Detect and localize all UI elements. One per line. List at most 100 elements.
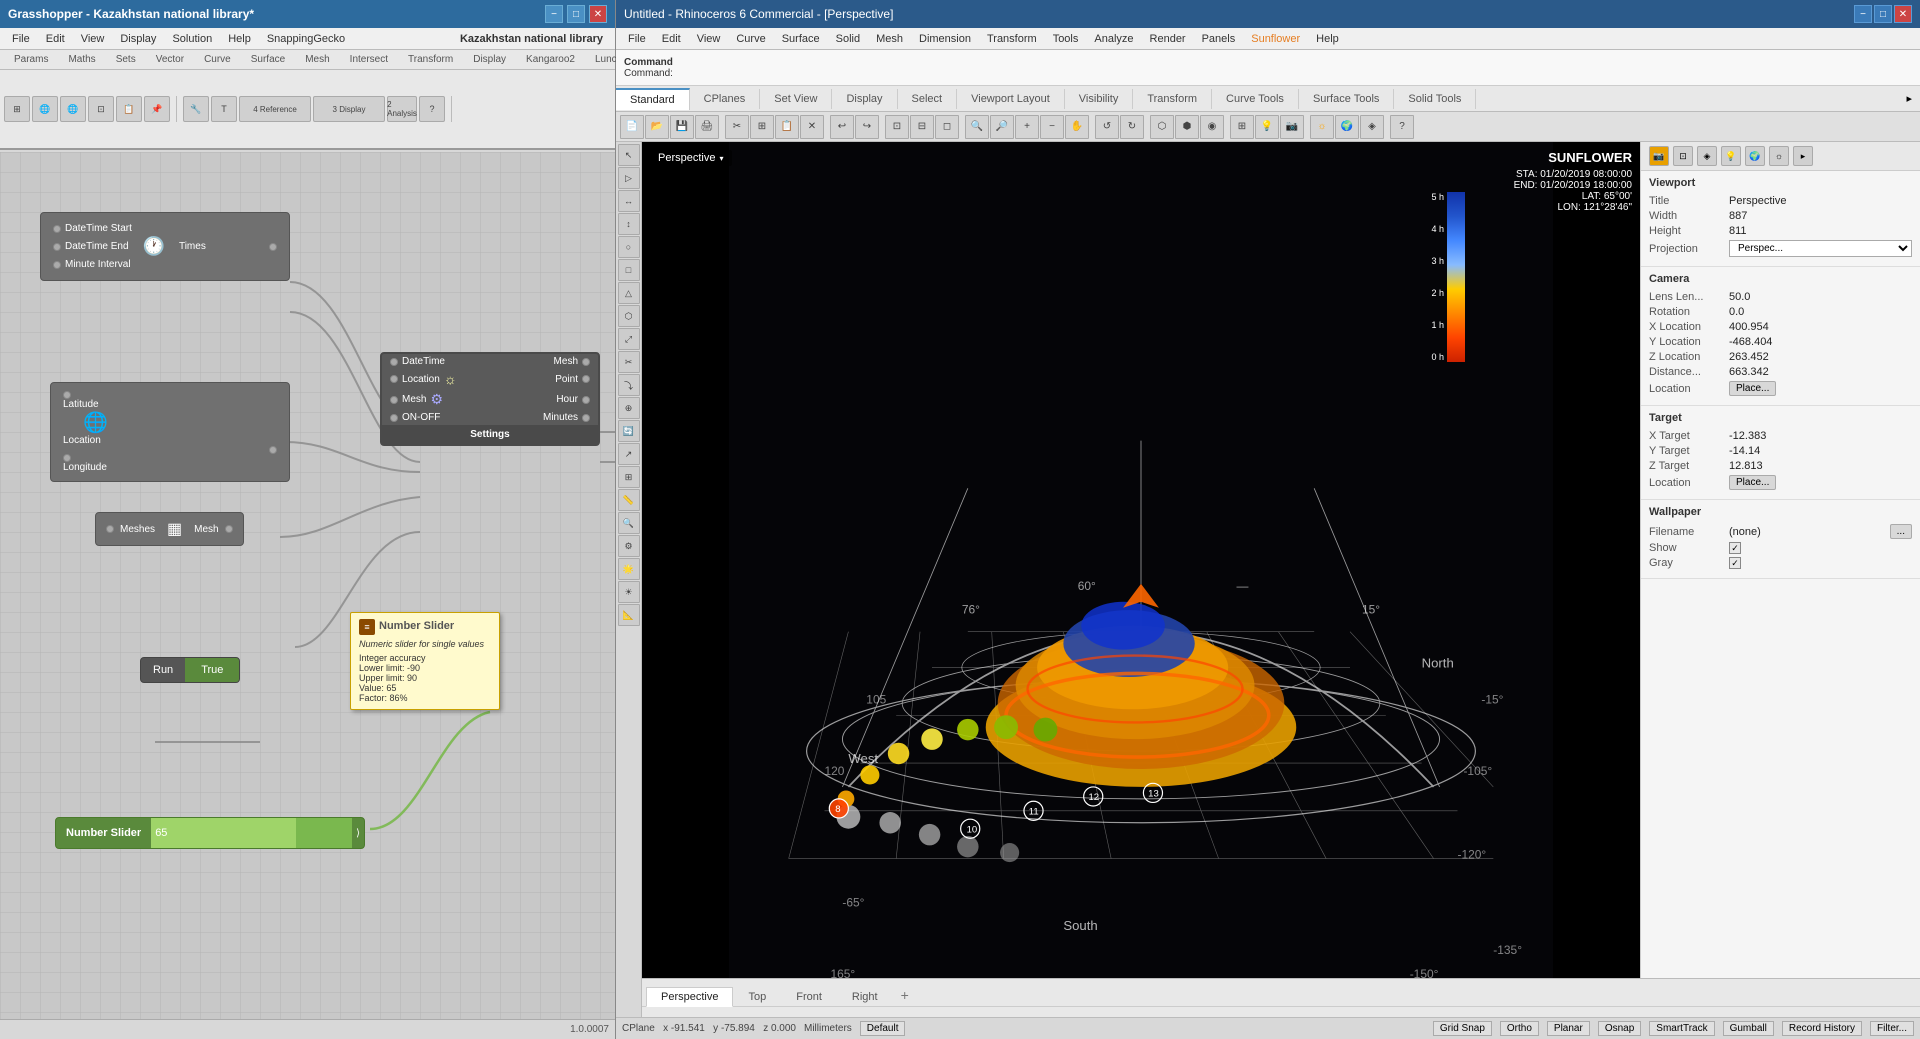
rh-menu-transform[interactable]: Transform	[979, 31, 1045, 47]
rh-stbtn-8[interactable]: ⬡	[618, 305, 640, 327]
rh-stbtn-1[interactable]: ↖	[618, 144, 640, 166]
rh-tbtn-new[interactable]: 📄	[620, 115, 644, 139]
rh-tbtn-zoom-out[interactable]: −	[1040, 115, 1064, 139]
rh-tbtn-grid[interactable]: ⊞	[1230, 115, 1254, 139]
rh-menu-solid[interactable]: Solid	[828, 31, 868, 47]
rh-menu-panels[interactable]: Panels	[1194, 31, 1244, 47]
rh-tbtn-env[interactable]: 🌍	[1335, 115, 1359, 139]
gh-menu-edit[interactable]: Edit	[38, 31, 73, 47]
viewport-label[interactable]: Perspective ▾	[650, 150, 732, 166]
rh-stbtn-13[interactable]: 🔄	[618, 420, 640, 442]
view-tab-front[interactable]: Front	[781, 987, 837, 1006]
rh-stbtn-9[interactable]: ⤢	[618, 328, 640, 350]
gh-tab-display[interactable]: Display	[463, 53, 516, 66]
rh-tbtn-lights[interactable]: 💡	[1255, 115, 1279, 139]
rh-tbtn-render[interactable]: ◉	[1200, 115, 1224, 139]
rh-menu-analyze[interactable]: Analyze	[1086, 31, 1141, 47]
rh-menu-view[interactable]: View	[689, 31, 729, 47]
loc-port-lat-in[interactable]	[63, 391, 71, 399]
rh-stbtn-7[interactable]: △	[618, 282, 640, 304]
rh-tab-visibility[interactable]: Visibility	[1065, 89, 1134, 109]
settings-title[interactable]: Settings	[382, 425, 598, 444]
gh-tbtn-4[interactable]: ⊡	[88, 96, 114, 122]
props-icon-sun[interactable]: ☼	[1769, 146, 1789, 166]
props-icon-light[interactable]: 💡	[1721, 146, 1741, 166]
props-icon-camera[interactable]: 📷	[1649, 146, 1669, 166]
gh-tab-vector[interactable]: Vector	[146, 53, 194, 66]
rh-tab-viewport-layout[interactable]: Viewport Layout	[957, 89, 1065, 109]
gh-tbtn-8[interactable]: T	[211, 96, 237, 122]
settings-port-onoff-in[interactable]	[390, 414, 398, 422]
rh-tab-cplanes[interactable]: CPlanes	[690, 89, 761, 109]
rh-menu-file[interactable]: File	[620, 31, 654, 47]
rh-tbtn-deselect[interactable]: ◻	[935, 115, 959, 139]
props-icon-env[interactable]: 🌍	[1745, 146, 1765, 166]
gh-tbtn-2[interactable]: 🌐	[32, 96, 58, 122]
run-node[interactable]: Run True	[140, 657, 240, 683]
settings-port-minutes-out[interactable]	[582, 414, 590, 422]
gh-menu-solution[interactable]: Solution	[164, 31, 220, 47]
rh-tbtn-zoom-in[interactable]: +	[1015, 115, 1039, 139]
rh-stbtn-4[interactable]: ↕	[618, 213, 640, 235]
gumball-btn[interactable]: Gumball	[1723, 1021, 1774, 1036]
datetime-port-interval-in[interactable]	[53, 261, 61, 269]
gh-tbtn-5[interactable]: 📋	[116, 96, 142, 122]
rh-stbtn-16[interactable]: 📏	[618, 489, 640, 511]
view-tab-top[interactable]: Top	[733, 987, 781, 1006]
gh-tbtn-ref[interactable]: 4 Reference	[239, 96, 311, 122]
rh-stbtn-20[interactable]: ☀	[618, 581, 640, 603]
rh-tbtn-print[interactable]: 🖨	[695, 115, 719, 139]
meshes-port-in[interactable]	[106, 525, 114, 533]
planar-btn[interactable]: Planar	[1547, 1021, 1590, 1036]
props-icon-obj[interactable]: ⊡	[1673, 146, 1693, 166]
rh-tab-more[interactable]: ▸	[1898, 88, 1920, 109]
props-filename-btn[interactable]: ...	[1890, 524, 1912, 539]
rh-stbtn-21[interactable]: 📐	[618, 604, 640, 626]
gh-tab-kangaroo[interactable]: Kangaroo2	[516, 53, 585, 66]
gh-tab-mesh[interactable]: Mesh	[295, 53, 339, 66]
rh-tab-select[interactable]: Select	[898, 89, 958, 109]
loc-port-out[interactable]	[269, 446, 277, 454]
rh-stbtn-12[interactable]: ⊕	[618, 397, 640, 419]
gh-close[interactable]: ✕	[589, 5, 607, 23]
gh-canvas[interactable]: DateTime Start DateTime End 🕐 Times Minu…	[0, 152, 615, 1019]
rh-stbtn-17[interactable]: 🔍	[618, 512, 640, 534]
rh-tbtn-zoom-sel[interactable]: 🔎	[990, 115, 1014, 139]
slider-arrow[interactable]: ⟩	[352, 822, 364, 845]
settings-port-mesh-in[interactable]	[390, 396, 398, 404]
gh-tbtn-help[interactable]: ?	[419, 96, 445, 122]
rh-tbtn-pan[interactable]: ✋	[1065, 115, 1089, 139]
rh-stbtn-15[interactable]: ⊞	[618, 466, 640, 488]
rh-tbtn-select-all[interactable]: ⊡	[885, 115, 909, 139]
rh-tbtn-shade[interactable]: ⬢	[1175, 115, 1199, 139]
filter-btn[interactable]: Filter...	[1870, 1021, 1914, 1036]
rh-tbtn-paste[interactable]: 📋	[775, 115, 799, 139]
props-icon-more[interactable]: ▸	[1793, 146, 1813, 166]
rh-stbtn-5[interactable]: ○	[618, 236, 640, 258]
gh-tbtn-6[interactable]: 📌	[144, 96, 170, 122]
rh-tbtn-help[interactable]: ?	[1390, 115, 1414, 139]
rh-menu-dimension[interactable]: Dimension	[911, 31, 979, 47]
rh-menu-mesh[interactable]: Mesh	[868, 31, 911, 47]
datetime-port-times-out[interactable]	[269, 243, 277, 251]
gh-tab-curve[interactable]: Curve	[194, 53, 241, 66]
rh-stbtn-10[interactable]: ✂	[618, 351, 640, 373]
meshes-node[interactable]: Meshes ▦ Mesh	[95, 512, 244, 546]
props-tgt-loc-btn[interactable]: Place...	[1729, 475, 1776, 490]
gh-minimize[interactable]: −	[545, 5, 563, 23]
settings-port-point-out[interactable]	[582, 375, 590, 383]
gh-tab-params[interactable]: Params	[4, 53, 58, 66]
rh-menu-sunflower[interactable]: Sunflower	[1243, 31, 1308, 47]
props-cam-loc-btn[interactable]: Place...	[1729, 381, 1776, 396]
settings-port-hour-out[interactable]	[582, 396, 590, 404]
rh-tbtn-undo[interactable]: ↩	[830, 115, 854, 139]
rh-tbtn-copy[interactable]: ⊞	[750, 115, 774, 139]
gh-tbtn-1[interactable]: ⊞	[4, 96, 30, 122]
ortho-btn[interactable]: Ortho	[1500, 1021, 1539, 1036]
rh-stbtn-11[interactable]: ⤵	[618, 374, 640, 396]
view-tab-add[interactable]: +	[893, 984, 917, 1006]
props-gray-check[interactable]: ✓	[1729, 557, 1741, 569]
location-node[interactable]: Latitude 🌐 Location Longitude	[50, 382, 290, 482]
rh-menu-edit[interactable]: Edit	[654, 31, 689, 47]
meshes-port-out[interactable]	[225, 525, 233, 533]
